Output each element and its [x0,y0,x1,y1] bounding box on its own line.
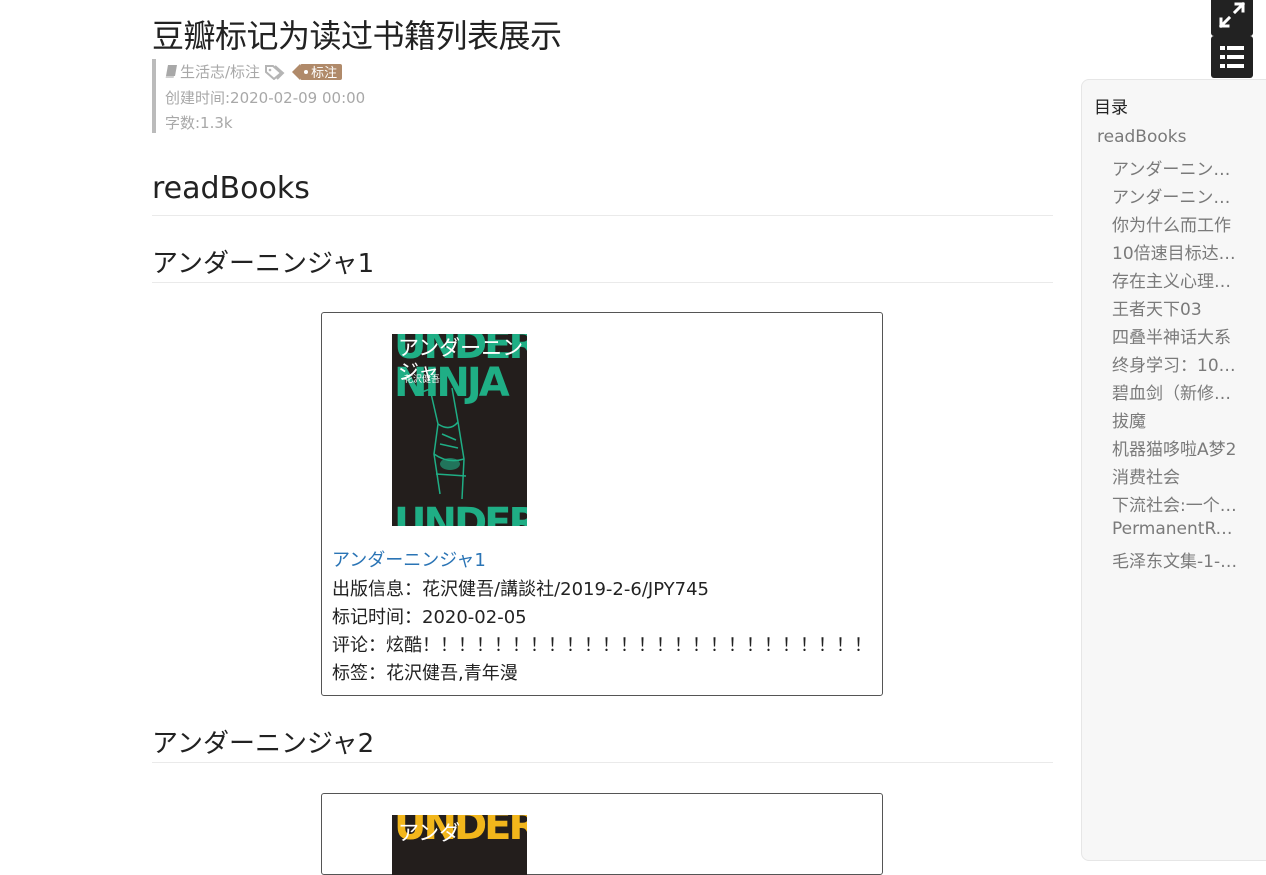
toc-item[interactable]: 消费社会 [1112,463,1242,488]
toc-item[interactable]: 你为什么而工作 [1112,211,1242,236]
tag-badge[interactable]: 标注 [292,63,343,81]
toc-item[interactable]: 存在主义心理治疗 [1112,267,1242,292]
toc-item[interactable]: 王者天下03 [1112,295,1242,320]
toc-item[interactable]: 终身学习：10个你必须掌握的未来能力模型 [1112,351,1242,376]
toc-item[interactable]: 碧血剑（新修版） [1112,379,1242,404]
tag-dot [304,69,309,74]
cover-figure-illustration [421,387,467,500]
word-count: 字数:1.3k [165,114,233,132]
section-heading-readbooks: readBooks [152,170,1053,216]
book-publish-info: 出版信息：花沢健吾/講談社/2019-2-6/JPY745 [332,579,710,600]
book-comment: 评论：炫酷！！！！！！！！！！！！！！！！！！！！！！！！！！！ [332,635,872,656]
book-marked-date: 标记时间：2020-02-05 [332,607,527,628]
toc-sidebar: 目录 readBooks アンダーニンジャ1 アンダーニンジャ2 你为什么而工作… [1081,79,1266,861]
book-tags: 标签：花沢健吾,青年漫 [332,663,518,684]
book-heading-2: アンダーニンジャ2 [152,730,1053,763]
toc-item[interactable]: 机器猫哆啦A梦2 [1112,435,1242,460]
toc-item[interactable]: 拔魔 [1112,407,1242,432]
post-category-line: 生活志/标注 标注 [165,61,343,82]
toc-item-readbooks[interactable]: readBooks [1097,127,1257,147]
cover2-title-jp: アンダ [398,821,461,845]
category-link[interactable]: 生活志/标注 [180,61,260,82]
expand-icon [1218,1,1246,29]
post-meta: 生活志/标注 标注 创建时间:2020-02-09 00:00 字数:1.3k [152,59,565,133]
book-cover-image-2[interactable]: UNDER アンダ [392,815,527,875]
book-card-2: UNDER アンダ [321,793,883,875]
fullscreen-button[interactable] [1211,0,1253,36]
toc-toggle-button[interactable] [1211,36,1253,78]
toc-item[interactable]: PermanentRecord [1112,519,1242,539]
book-card-1: UNDER NINJA アンダーニンジャ 花沢健吾 UNDER アンダーニンジャ… [321,312,883,696]
book-heading-1: アンダーニンジャ1 [152,250,1053,283]
toc-item[interactable]: 四叠半神话大系 [1112,323,1242,348]
page-title: 豆瓣标记为读过书籍列表展示 [152,17,562,55]
toc-item[interactable]: アンダーニンジャ2 [1112,183,1242,208]
toc-item[interactable]: 下流社会:一个新社会阶层的出现 [1112,491,1242,516]
tag-label: 标注 [311,66,338,81]
cover-title-bottom: UNDER [394,500,527,526]
created-time: 创建时间:2020-02-09 00:00 [165,89,366,107]
toc-title: 目录 [1094,98,1128,118]
book-icon [165,65,177,78]
toc-item[interactable]: 毛泽东文集-1-8卷 [1112,547,1242,572]
toc-item[interactable]: アンダーニンジャ1 [1112,155,1242,180]
book-cover-image[interactable]: UNDER NINJA アンダーニンジャ 花沢健吾 UNDER [392,334,527,526]
tag-icon [265,64,285,80]
list-icon [1220,46,1244,68]
book-title-link[interactable]: アンダーニンジャ1 [332,546,486,572]
toc-item[interactable]: 10倍速目标达成法 [1112,239,1242,264]
